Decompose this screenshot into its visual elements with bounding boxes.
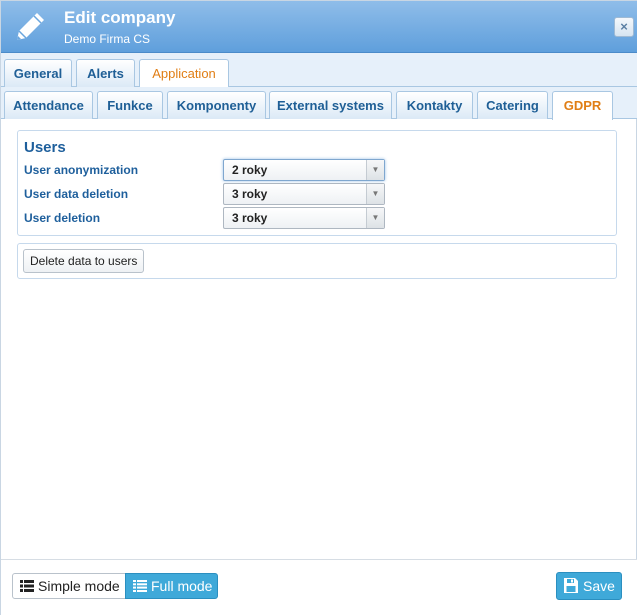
tab-catering[interactable]: Catering xyxy=(477,91,548,119)
tab-komponenty[interactable]: Komponenty xyxy=(167,91,266,119)
user-anonymization-label: User anonymization xyxy=(24,163,139,177)
user-data-deletion-label: User data deletion xyxy=(24,187,129,201)
dialog-footer: Simple mode Full mode Save xyxy=(1,559,637,616)
tab-application[interactable]: Application xyxy=(139,59,229,88)
tab-general[interactable]: General xyxy=(4,59,72,87)
list-icon xyxy=(133,580,147,592)
edit-company-dialog: Edit company Demo Firma CS × General Ale… xyxy=(0,0,637,616)
dialog-title: Edit company xyxy=(64,8,176,27)
user-deletion-select[interactable]: 3 roky ▼ xyxy=(223,207,385,229)
users-fieldset: Users User anonymization 2 roky ▼ User d… xyxy=(17,130,617,236)
chevron-down-icon: ▼ xyxy=(366,160,384,180)
chevron-down-icon: ▼ xyxy=(366,184,384,204)
simple-mode-label: Simple mode xyxy=(38,578,120,594)
simple-mode-button[interactable]: Simple mode xyxy=(12,573,126,599)
tab-gdpr[interactable]: GDPR xyxy=(552,91,613,120)
pencil-icon xyxy=(17,13,44,40)
chevron-down-icon: ▼ xyxy=(366,208,384,228)
tab-external-systems[interactable]: External systems xyxy=(269,91,392,119)
full-mode-label: Full mode xyxy=(151,578,213,594)
tab-attendance[interactable]: Attendance xyxy=(4,91,93,119)
dialog-subtitle: Demo Firma CS xyxy=(64,32,151,46)
close-button[interactable]: × xyxy=(614,17,634,37)
user-deletion-label: User deletion xyxy=(24,211,101,225)
save-button[interactable]: Save xyxy=(556,572,622,600)
user-deletion-value: 3 roky xyxy=(232,211,268,225)
user-anonymization-select[interactable]: 2 roky ▼ xyxy=(223,159,385,181)
delete-data-to-users-button[interactable]: Delete data to users xyxy=(23,249,145,273)
user-data-deletion-select[interactable]: 3 roky ▼ xyxy=(223,183,385,205)
close-icon: × xyxy=(620,19,628,34)
full-mode-button[interactable]: Full mode xyxy=(125,573,218,599)
list-icon xyxy=(20,580,34,592)
dialog-header: Edit company Demo Firma CS × xyxy=(1,1,637,53)
tab-funkce[interactable]: Funkce xyxy=(97,91,163,119)
tab-alerts[interactable]: Alerts xyxy=(76,59,135,87)
secondary-tab-bar: Attendance Funkce Komponenty External sy… xyxy=(1,87,637,120)
actions-fieldset: Delete data to users xyxy=(17,243,617,279)
floppy-disk-icon xyxy=(564,578,578,593)
user-anonymization-value: 2 roky xyxy=(232,163,268,177)
user-data-deletion-value: 3 roky xyxy=(232,187,268,201)
primary-tab-bar: General Alerts Application xyxy=(1,53,637,88)
tab-kontakty[interactable]: Kontakty xyxy=(396,91,473,119)
users-legend: Users xyxy=(24,139,66,156)
save-label: Save xyxy=(583,578,615,594)
